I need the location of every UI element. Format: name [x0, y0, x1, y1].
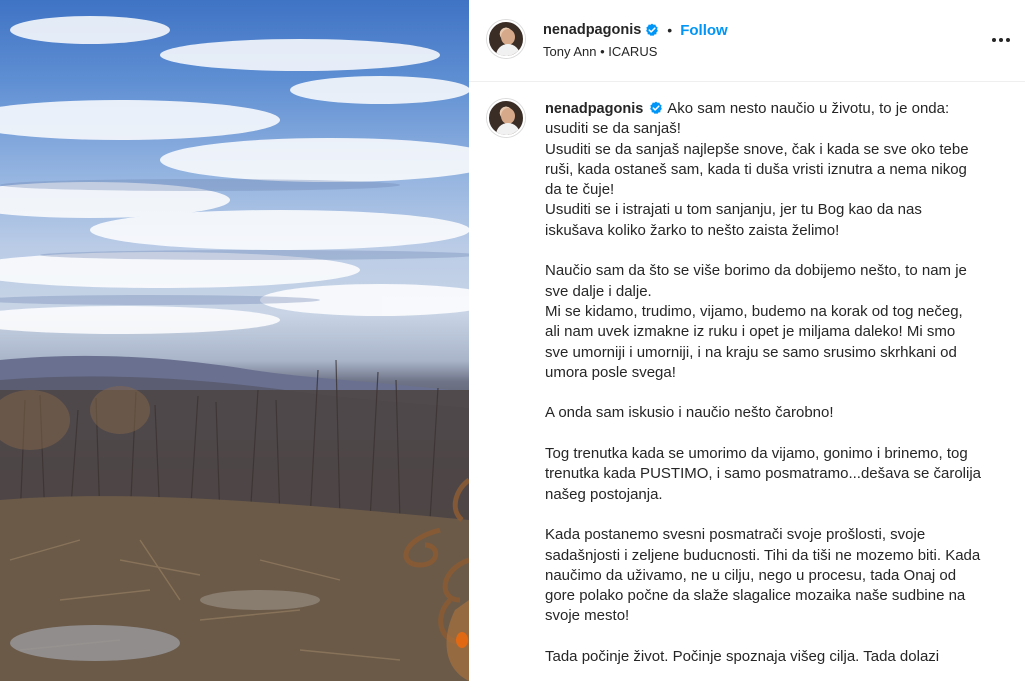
verified-badge-icon: [645, 23, 659, 37]
comments-section[interactable]: nenadpagonis Ako sam nesto naučio u život…: [469, 83, 1025, 681]
caption-line: našeg postojanja.: [545, 485, 663, 503]
caption-line: Tog trenutka kada se umorimo da vijamo, …: [545, 445, 968, 463]
caption-line: iskušava koliko žarko to nešto zaista že…: [545, 221, 840, 239]
caption-line: Naučio sam da što se više borimo da dobi…: [545, 262, 967, 280]
caption-line: naučimo da uživamo, ne u cilju, nego u p…: [545, 566, 957, 584]
caption-line: da te čuje!: [545, 181, 615, 199]
post-caption: nenadpagonis Ako sam nesto naučio u život…: [545, 99, 995, 667]
author-username[interactable]: nenadpagonis: [543, 22, 641, 38]
verified-badge-icon: [649, 101, 663, 115]
caption-line: trenutka kada PUSTIMO, i samo posmatramo…: [545, 465, 982, 483]
post-media-video[interactable]: [0, 0, 469, 681]
separator-dot: •: [667, 22, 673, 38]
caption-author-avatar[interactable]: [487, 99, 525, 137]
post-details-panel: nenadpagonis • Follow Tony Ann • ICARUS …: [469, 0, 1025, 681]
audio-attribution[interactable]: Tony Ann • ICARUS: [543, 44, 657, 59]
more-options-icon[interactable]: [989, 28, 1013, 52]
caption-line: Tada počinje život. Počinje spoznaja viš…: [545, 648, 940, 666]
follow-button[interactable]: Follow: [680, 22, 728, 39]
scrollbar[interactable]: [1019, 83, 1025, 681]
author-row: nenadpagonis • Follow: [543, 20, 728, 40]
caption-line: Usuditi se da sanjaš najlepše snove, čak…: [545, 140, 969, 158]
caption-line: sadašnjosti i zeljene buducnosti. Tihi d…: [545, 546, 981, 564]
caption-line: Mi se kidamo, trudimo, vijamo, budemo na…: [545, 302, 963, 320]
post-header: nenadpagonis • Follow Tony Ann • ICARUS: [469, 0, 1025, 82]
caption-line: ruši, kada ostaneš sam, kada ti duša vri…: [545, 160, 967, 178]
author-avatar[interactable]: [487, 20, 525, 58]
landscape-image: [0, 16, 469, 681]
caption-author-username[interactable]: nenadpagonis: [545, 101, 643, 117]
caption-line: svoje mesto!: [545, 607, 630, 625]
caption-line: sve umorniji i umorniji, i na kraju se s…: [545, 343, 957, 361]
caption-line: Usuditi se i istrajati u tom sanjanju, j…: [545, 201, 922, 219]
caption-line: Ako sam nesto naučio u životu, to je ond…: [667, 100, 950, 117]
caption-line: ali nam uvek izmakne iz ruku i opet je m…: [545, 323, 956, 341]
caption-text: Ako sam nesto naučio u životu, to je ond…: [545, 100, 981, 665]
caption-line: A onda sam iskusio i naučio nešto čarobn…: [545, 404, 834, 422]
caption-line: usuditi se da sanjaš!: [545, 120, 681, 138]
caption-line: sve dalje i dalje.: [545, 282, 652, 300]
caption-line: Kada postanemo svesni posmatrači svoje p…: [545, 526, 926, 544]
caption-line: gore polako počne da slaže slagalice moz…: [545, 587, 966, 605]
caption-line: umora posle svega!: [545, 363, 676, 381]
